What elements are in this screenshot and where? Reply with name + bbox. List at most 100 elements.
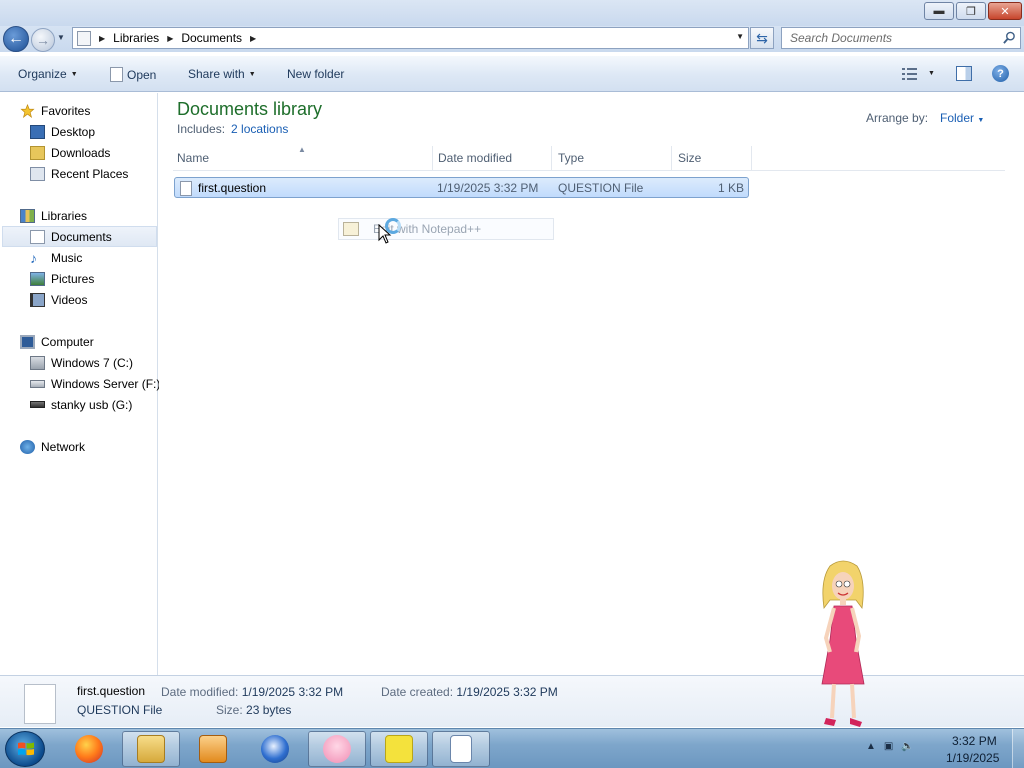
details-date-modified: 1/19/2025 3:32 PM <box>241 685 344 699</box>
column-header-type[interactable]: Type <box>558 146 672 170</box>
file-icon <box>180 181 192 196</box>
nav-libraries[interactable]: Libraries <box>20 205 87 226</box>
search-icon[interactable] <box>1003 31 1016 44</box>
file-row[interactable]: first.question 1/19/2025 3:32 PM QUESTIO… <box>174 177 749 198</box>
nav-drive-f[interactable]: Windows Server (F:) <box>30 373 160 394</box>
organize-button[interactable]: Organize ▼ <box>18 67 78 81</box>
search-input[interactable] <box>782 28 992 48</box>
taskbar-notepad[interactable] <box>432 731 490 767</box>
change-view-icon[interactable] <box>902 67 918 81</box>
taskbar-piglet-pet[interactable] <box>308 731 366 767</box>
column-name-label: Name <box>177 151 210 165</box>
notepad-icon <box>450 735 472 763</box>
firefox-icon <box>75 735 103 763</box>
refresh-button[interactable]: ⇆ <box>750 27 774 49</box>
taskbar-firefox[interactable] <box>60 731 118 767</box>
nav-network[interactable]: Network <box>20 436 85 457</box>
media-player-icon <box>199 735 227 763</box>
breadcrumb-libraries[interactable]: Libraries <box>113 31 159 45</box>
minimize-button[interactable]: ▬ <box>924 2 954 20</box>
column-header-name[interactable]: Name <box>177 146 433 170</box>
library-includes: Includes: 2 locations <box>177 122 288 136</box>
details-file-type: QUESTION File <box>77 703 163 717</box>
forward-button[interactable]: → <box>31 28 55 52</box>
column-date-label: Date modified <box>438 151 513 165</box>
details-date-created: 1/19/2025 3:32 PM <box>456 685 558 699</box>
taskbar-thunderbird[interactable] <box>246 731 304 767</box>
clock-time[interactable]: 3:32 PM <box>952 734 997 748</box>
nav-drive-f-label: Windows Server (F:) <box>51 376 161 391</box>
nav-music-label: Music <box>51 250 83 265</box>
library-title: Documents library <box>177 99 323 119</box>
open-button[interactable]: Open <box>110 67 156 82</box>
desktop-pet-character-icon <box>821 560 865 727</box>
drag-drop-tooltip: Edit with Notepad++ <box>338 218 554 240</box>
address-history-dropdown-icon[interactable]: ▼ <box>736 32 744 41</box>
star-icon <box>20 103 35 118</box>
details-date-modified-label: Date modified: <box>161 685 239 699</box>
locations-link[interactable]: 2 locations <box>231 122 288 136</box>
nav-drive-c[interactable]: Windows 7 (C:) <box>30 352 133 373</box>
nav-desktop-label: Desktop <box>51 124 96 139</box>
taskbar-spongebob-pet[interactable] <box>370 731 428 767</box>
pictures-icon <box>30 271 45 286</box>
taskbar-media-player[interactable] <box>184 731 242 767</box>
show-hidden-icons-icon[interactable]: ▲ <box>866 741 876 752</box>
nav-recent-places[interactable]: Recent Places <box>30 163 128 184</box>
new-folder-button[interactable]: New folder <box>287 67 344 81</box>
nav-favorites[interactable]: Favorites <box>20 100 90 121</box>
breadcrumb-separator-icon[interactable]: ▶ <box>99 34 105 43</box>
show-desktop-button[interactable] <box>1012 729 1024 768</box>
nav-videos-label: Videos <box>51 292 88 307</box>
navigation-pane: Favorites Desktop Downloads Recent Place… <box>0 93 160 675</box>
details-date-created-label: Date created: <box>381 685 454 699</box>
details-size-label: Size: <box>216 703 243 717</box>
usb-drive-icon <box>30 401 45 408</box>
view-options-dropdown-icon[interactable]: ▼ <box>928 70 935 77</box>
windows-logo-icon <box>18 742 34 756</box>
recent-places-icon <box>30 166 45 181</box>
column-header-size[interactable]: Size <box>678 146 752 170</box>
file-list-area[interactable]: Documents library Includes: 2 locations A… <box>159 93 1024 675</box>
recent-pages-dropdown-icon[interactable]: ▼ <box>57 33 65 42</box>
address-bar[interactable]: ▶ Libraries ▶ Documents ▶ ▼ <box>72 27 749 49</box>
file-size: 1 KB <box>717 181 744 195</box>
taskbar: ▲ ▣ 🔈 3:32 PM 1/19/2025 <box>0 728 1024 768</box>
nav-recent-places-label: Recent Places <box>51 166 129 181</box>
nav-drive-g-label: stanky usb (G:) <box>51 397 133 412</box>
title-bar: ▬ ❐ ✕ <box>0 0 1024 26</box>
file-name: first.question <box>198 181 267 195</box>
details-file-icon <box>24 684 56 724</box>
help-icon[interactable]: ? <box>992 65 1009 82</box>
start-button[interactable] <box>5 731 45 767</box>
arrange-by-dropdown[interactable]: Folder ▼ <box>940 111 984 125</box>
network-tray-icon[interactable]: ▣ <box>884 741 893 752</box>
nav-desktop[interactable]: Desktop <box>30 121 95 142</box>
nav-pictures[interactable]: Pictures <box>30 268 94 289</box>
breadcrumb-separator-icon[interactable]: ▶ <box>250 34 256 43</box>
volume-icon[interactable]: 🔈 <box>901 741 913 752</box>
share-with-button[interactable]: Share with ▼ <box>188 67 256 81</box>
open-label: Open <box>127 67 157 82</box>
column-header-date-modified[interactable]: Date modified <box>438 146 552 170</box>
column-size-label: Size <box>678 151 702 165</box>
nav-documents[interactable]: Documents <box>2 226 157 247</box>
search-box[interactable] <box>781 27 1021 49</box>
preview-pane-icon[interactable] <box>956 66 972 81</box>
nav-computer[interactable]: Computer <box>20 331 94 352</box>
breadcrumb-separator-icon[interactable]: ▶ <box>167 34 173 43</box>
nav-computer-label: Computer <box>41 334 94 349</box>
nav-videos[interactable]: Videos <box>30 289 87 310</box>
breadcrumb-documents[interactable]: Documents <box>181 31 242 45</box>
nav-drive-g[interactable]: stanky usb (G:) <box>30 394 132 415</box>
mouse-pointer-icon <box>378 224 392 244</box>
nav-music[interactable]: ♪ Music <box>30 247 82 268</box>
clock-date[interactable]: 1/19/2025 <box>946 751 999 765</box>
nav-downloads[interactable]: Downloads <box>30 142 110 163</box>
back-button[interactable]: ← <box>3 26 29 52</box>
close-button[interactable]: ✕ <box>988 2 1022 20</box>
maximize-button[interactable]: ❐ <box>956 2 986 20</box>
taskbar-explorer[interactable] <box>122 731 180 767</box>
libraries-icon <box>20 208 35 223</box>
piglet-icon <box>323 735 351 763</box>
